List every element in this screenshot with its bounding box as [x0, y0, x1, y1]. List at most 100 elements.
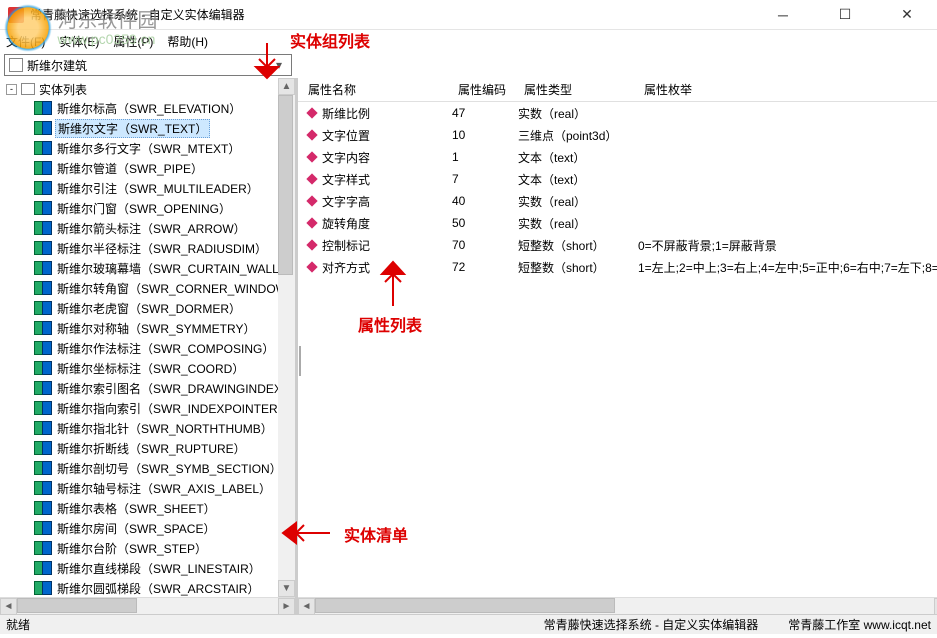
- tree-item[interactable]: 斯维尔老虎窗（SWR_DORMER）: [34, 298, 295, 318]
- close-button[interactable]: ✕: [885, 1, 929, 29]
- cell-code: 47: [448, 106, 514, 120]
- scroll-down-icon[interactable]: ▼: [278, 580, 295, 597]
- node-icon: [34, 401, 52, 415]
- tree-item[interactable]: 斯维尔房间（SWR_SPACE）: [34, 518, 295, 538]
- node-icon: [34, 261, 52, 275]
- menu-entity[interactable]: 实体(E): [59, 33, 99, 50]
- tree-vscrollbar[interactable]: ▲ ▼: [278, 78, 295, 597]
- menu-help[interactable]: 帮助(H): [167, 33, 208, 50]
- tree-item[interactable]: 斯维尔折断线（SWR_RUPTURE）: [34, 438, 295, 458]
- hscroll-thumb[interactable]: [315, 598, 615, 613]
- node-icon: [34, 581, 52, 595]
- tree-item[interactable]: 斯维尔剖切号（SWR_SYMB_SECTION）: [34, 458, 295, 478]
- table-row[interactable]: 控制标记70短整数（short）0=不屏蔽背景;1=屏蔽背景: [298, 234, 937, 256]
- cell-code: 7: [448, 172, 514, 186]
- tree-item[interactable]: 斯维尔指北针（SWR_NORTHTHUMB）: [34, 418, 295, 438]
- tree-item[interactable]: 斯维尔文字（SWR_TEXT）: [34, 118, 295, 138]
- tree-item[interactable]: 斯维尔箭头标注（SWR_ARROW）: [34, 218, 295, 238]
- tree-item-label: 斯维尔多行文字（SWR_MTEXT）: [55, 140, 242, 157]
- tree-item[interactable]: 斯维尔台阶（SWR_STEP）: [34, 538, 295, 558]
- scroll-left-icon[interactable]: ◄: [0, 598, 17, 615]
- node-icon: [34, 361, 52, 375]
- tree-item-label: 斯维尔箭头标注（SWR_ARROW）: [55, 220, 248, 237]
- table-row[interactable]: 文字样式7文本（text）: [298, 168, 937, 190]
- scroll-right-icon[interactable]: ►: [278, 598, 295, 615]
- node-icon: [34, 421, 52, 435]
- tree-root-label: 实体列表: [39, 81, 87, 98]
- tree-item-label: 斯维尔折断线（SWR_RUPTURE）: [55, 440, 248, 457]
- tree-hscrollbar[interactable]: ◄ ►: [0, 597, 295, 614]
- tree-item-label: 斯维尔轴号标注（SWR_AXIS_LABEL）: [55, 480, 273, 497]
- tree-item[interactable]: 斯维尔轴号标注（SWR_AXIS_LABEL）: [34, 478, 295, 498]
- cell-name: 斯维比例: [322, 105, 370, 122]
- window-title: 常青藤快速选择系统 - 自定义实体编辑器: [30, 6, 761, 23]
- tree-item[interactable]: 斯维尔管道（SWR_PIPE）: [34, 158, 295, 178]
- node-icon: [34, 101, 52, 115]
- tree-item[interactable]: 斯维尔指向索引（SWR_INDEXPOINTER）: [34, 398, 295, 418]
- tree-item[interactable]: 斯维尔半径标注（SWR_RADIUSDIM）: [34, 238, 295, 258]
- cell-type: 实数（real）: [514, 105, 634, 122]
- maximize-button[interactable]: ☐: [823, 1, 867, 29]
- node-icon: [34, 501, 52, 515]
- status-center: 常青藤快速选择系统 - 自定义实体编辑器: [514, 616, 789, 633]
- hscroll-track[interactable]: [17, 598, 278, 614]
- tree-item-label: 斯维尔索引图名（SWR_DRAWINGINDEX）: [55, 380, 295, 397]
- diamond-icon: [306, 107, 317, 118]
- tree-root[interactable]: - 实体列表: [4, 80, 295, 98]
- hscroll-track[interactable]: [315, 598, 934, 614]
- table-row[interactable]: 文字字高40实数（real）: [298, 190, 937, 212]
- chevron-down-icon[interactable]: ▾: [271, 58, 287, 72]
- tree-item[interactable]: 斯维尔坐标标注（SWR_COORD）: [34, 358, 295, 378]
- minimize-button[interactable]: ─: [761, 1, 805, 29]
- menu-attr[interactable]: 属性(P): [113, 33, 153, 50]
- cell-code: 70: [448, 238, 514, 252]
- table-row[interactable]: 文字位置10三维点（point3d）: [298, 124, 937, 146]
- window-controls: ─ ☐ ✕: [761, 1, 929, 29]
- node-icon: [34, 541, 52, 555]
- cell-code: 72: [448, 260, 514, 274]
- cell-type: 短整数（short）: [514, 237, 634, 254]
- diamond-icon: [306, 151, 317, 162]
- scroll-up-icon[interactable]: ▲: [278, 78, 295, 95]
- tree-item[interactable]: 斯维尔引注（SWR_MULTILEADER）: [34, 178, 295, 198]
- tree-item[interactable]: 斯维尔圆弧梯段（SWR_ARCSTAIR）: [34, 578, 295, 597]
- tree-item[interactable]: 斯维尔玻璃幕墙（SWR_CURTAIN_WALL）: [34, 258, 295, 278]
- tree-item[interactable]: 斯维尔转角窗（SWR_CORNER_WINDOW）: [34, 278, 295, 298]
- tree-item-label: 斯维尔房间（SWR_SPACE）: [55, 520, 217, 537]
- table-row[interactable]: 斯维比例 47实数（real）: [298, 102, 937, 124]
- table-row[interactable]: 文字内容1文本（text）: [298, 146, 937, 168]
- scroll-thumb[interactable]: [278, 95, 293, 275]
- tree-item-label: 斯维尔剖切号（SWR_SYMB_SECTION）: [55, 460, 284, 477]
- tree-item[interactable]: 斯维尔作法标注（SWR_COMPOSING）: [34, 338, 295, 358]
- tree-item-label: 斯维尔转角窗（SWR_CORNER_WINDOW）: [55, 280, 295, 297]
- scroll-track[interactable]: [278, 95, 295, 580]
- cell-name: 文字字高: [322, 193, 370, 210]
- node-icon: [34, 241, 52, 255]
- title-bar: 常青藤快速选择系统 - 自定义实体编辑器 ─ ☐ ✕: [0, 0, 937, 30]
- tree-item[interactable]: 斯维尔多行文字（SWR_MTEXT）: [34, 138, 295, 158]
- col-name[interactable]: 属性名称: [298, 81, 448, 98]
- tree-item[interactable]: 斯维尔表格（SWR_SHEET）: [34, 498, 295, 518]
- tree-item[interactable]: 斯维尔标高（SWR_ELEVATION）: [34, 98, 295, 118]
- expander-icon[interactable]: -: [6, 84, 17, 95]
- col-type[interactable]: 属性类型: [514, 81, 634, 98]
- tree-item-label: 斯维尔管道（SWR_PIPE）: [55, 160, 205, 177]
- tree-item[interactable]: 斯维尔对称轴（SWR_SYMMETRY）: [34, 318, 295, 338]
- tree-item[interactable]: 斯维尔门窗（SWR_OPENING）: [34, 198, 295, 218]
- table-row[interactable]: 对齐方式72短整数（short）1=左上;2=中上;3=右上;4=左中;5=正中…: [298, 256, 937, 278]
- list-hscrollbar[interactable]: ◄ ►: [298, 597, 937, 614]
- tree-item-label: 斯维尔玻璃幕墙（SWR_CURTAIN_WALL）: [55, 260, 293, 277]
- hscroll-thumb[interactable]: [17, 598, 137, 613]
- menu-file[interactable]: 文件(F): [6, 33, 45, 50]
- tree-item[interactable]: 斯维尔索引图名（SWR_DRAWINGINDEX）: [34, 378, 295, 398]
- scroll-left-icon[interactable]: ◄: [298, 598, 315, 615]
- left-pane: - 实体列表 斯维尔标高（SWR_ELEVATION）斯维尔文字（SWR_TEX…: [0, 78, 296, 614]
- tree-item[interactable]: 斯维尔直线梯段（SWR_LINESTAIR）: [34, 558, 295, 578]
- col-enum[interactable]: 属性枚举: [634, 81, 937, 98]
- node-icon: [34, 561, 52, 575]
- cell-code: 1: [448, 150, 514, 164]
- col-code[interactable]: 属性编码: [448, 81, 514, 98]
- entity-group-combo[interactable]: 斯维尔建筑 ▾: [4, 54, 292, 76]
- table-row[interactable]: 旋转角度50实数（real）: [298, 212, 937, 234]
- node-icon: [34, 381, 52, 395]
